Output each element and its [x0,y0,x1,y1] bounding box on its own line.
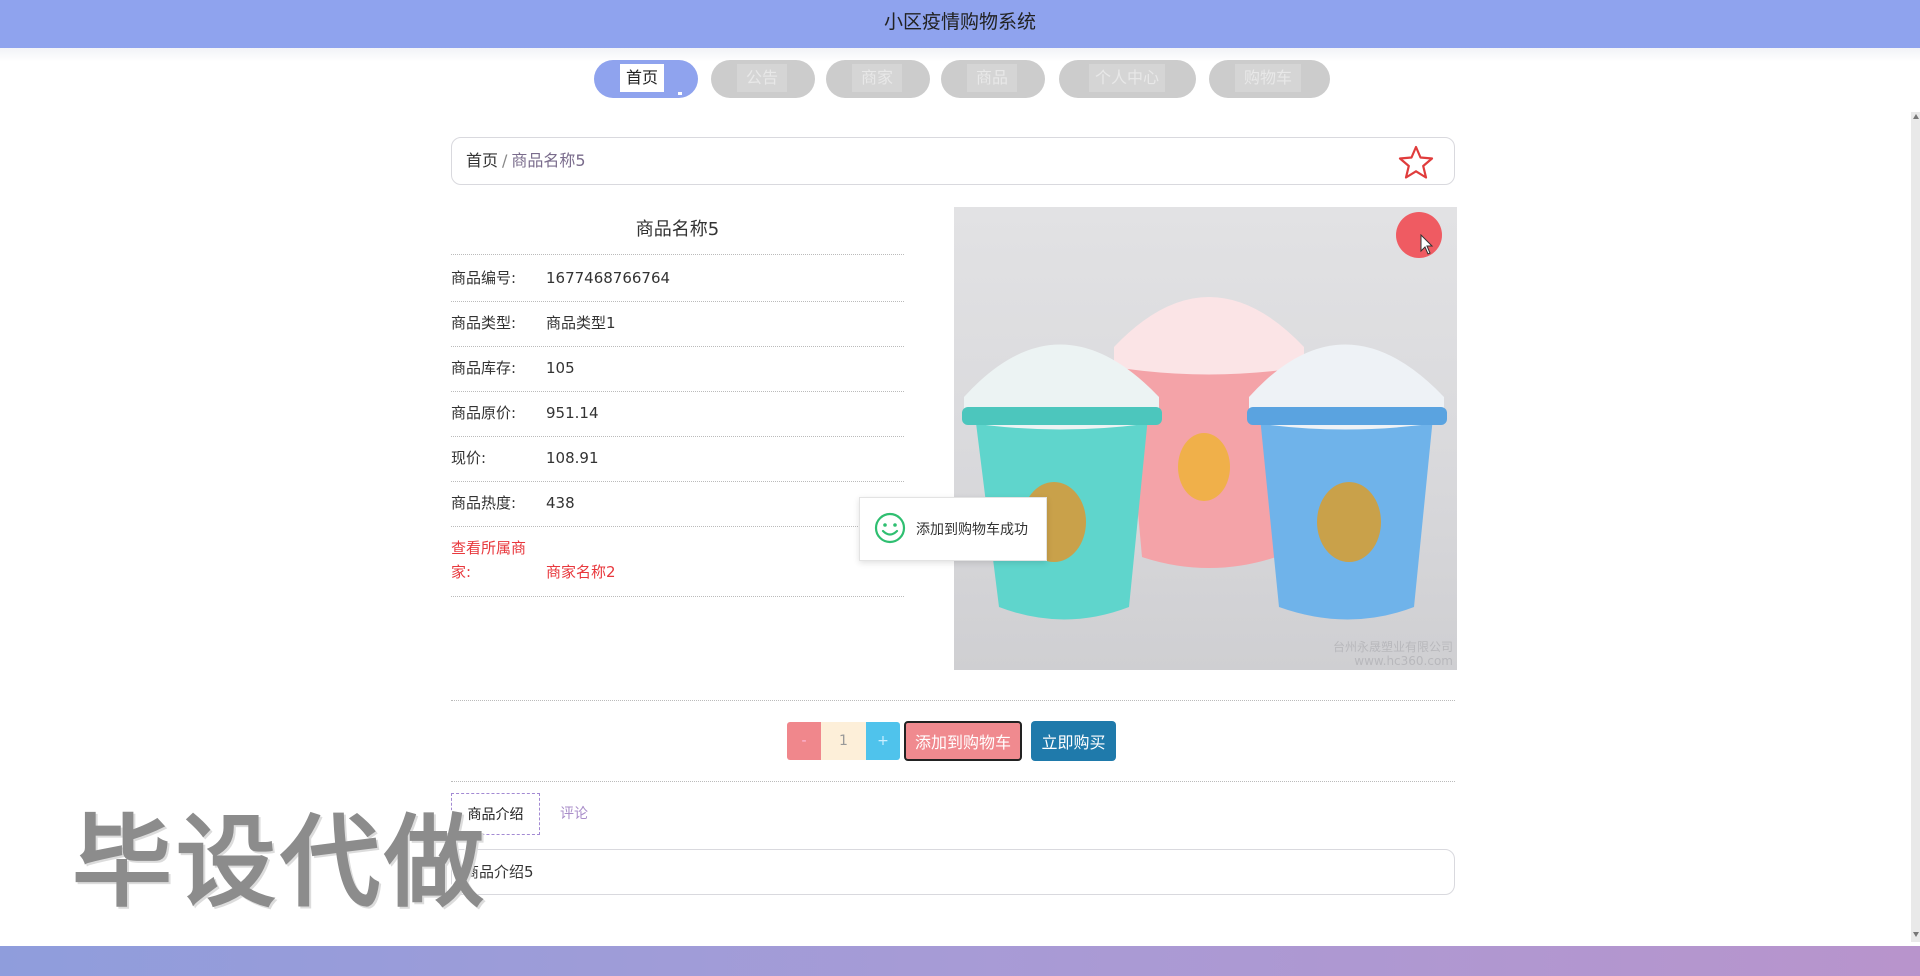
nav-label-home: 首页 [620,64,664,92]
nav-label-product: 商品 [967,64,1017,92]
cursor-arrow-icon [1420,234,1434,255]
field-label: 商品库存: [451,359,517,377]
toast-message: 添加到购物车成功 [916,522,1028,538]
merchant-link-label[interactable]: 查看所属商 家: [451,536,526,584]
section-divider [451,781,1455,782]
nav-item-home[interactable]: 首页 [594,60,698,98]
quantity-input[interactable] [821,722,866,760]
scroll-down-arrow-icon[interactable] [1913,932,1919,937]
nav-item-notice[interactable]: 公告 [711,60,815,98]
field-label: 商品编号: [451,269,517,287]
breadcrumb: 首页 / 商品名称5 [451,137,1455,185]
footer-bar [0,946,1920,976]
app-title: 小区疫情购物系统 [883,11,1036,33]
product-intro-panel: 商品介绍5 [451,849,1455,895]
field-label: 现价: [451,449,487,467]
product-field-row: 商品类型: 商品类型1 [451,301,904,347]
merchant-row[interactable]: 查看所属商 家: 商家名称2 [451,526,904,597]
field-value: 438 [546,494,575,512]
product-field-row: 商品库存: 105 [451,346,904,392]
field-value: 951.14 [546,404,599,422]
nav-label-profile: 个人中心 [1089,64,1165,92]
breadcrumb-current: 商品名称5 [511,151,586,170]
scroll-up-arrow-icon[interactable] [1913,114,1919,119]
breadcrumb-separator: / [502,151,508,170]
field-value: 108.91 [546,449,599,467]
product-field-row: 商品原价: 951.14 [451,391,904,437]
star-outline-icon[interactable] [1398,145,1434,179]
tab-comments[interactable]: 评论 [550,793,598,835]
nav-indicator [678,92,682,95]
product-field-row: 商品热度: 438 [451,481,904,527]
product-title: 商品名称5 [635,219,720,240]
section-divider [451,700,1455,701]
breadcrumb-home[interactable]: 首页 [466,151,498,170]
field-label: 商品原价: [451,404,517,422]
field-value: 1677468766764 [546,269,671,287]
nav-label-notice: 公告 [737,64,787,92]
field-label: 商品类型: [451,314,517,332]
quantity-decrease-button[interactable]: - [787,722,821,760]
image-watermark: 台州永晟塑业有限公司 www.hc360.com [1332,640,1453,668]
cursor-highlight [1396,212,1442,258]
main-nav: 首页 公告 商家 商品 个人中心 购物车 [0,60,1920,100]
product-field-row: 现价: 108.91 [451,436,904,482]
field-value: 105 [546,359,575,377]
scrollbar[interactable] [1911,112,1920,942]
quantity-increase-button[interactable]: + [866,722,900,760]
nav-item-product[interactable]: 商品 [941,60,1045,98]
product-image: 台州永晟塑业有限公司 www.hc360.com [954,207,1457,670]
merchant-name-link[interactable]: 商家名称2 [546,560,616,584]
nav-item-profile[interactable]: 个人中心 [1059,60,1196,98]
overlay-watermark: 毕设代做 [72,804,488,921]
smile-icon [874,512,906,544]
nav-item-cart[interactable]: 购物车 [1209,60,1330,98]
field-label: 商品热度: [451,494,517,512]
nav-label-cart: 购物车 [1235,64,1301,92]
field-value: 商品类型1 [546,314,616,332]
add-to-cart-button[interactable]: 添加到购物车 [904,721,1022,761]
nav-label-merchant: 商家 [852,64,902,92]
buy-now-button[interactable]: 立即购买 [1031,721,1116,761]
toast-notification: 添加到购物车成功 [859,497,1047,561]
product-photo-illustration [962,297,1447,620]
nav-item-merchant[interactable]: 商家 [826,60,930,98]
title-divider [451,254,904,255]
product-field-row: 商品编号: 1677468766764 [451,256,904,302]
app-header: 小区疫情购物系统 [0,0,1920,48]
